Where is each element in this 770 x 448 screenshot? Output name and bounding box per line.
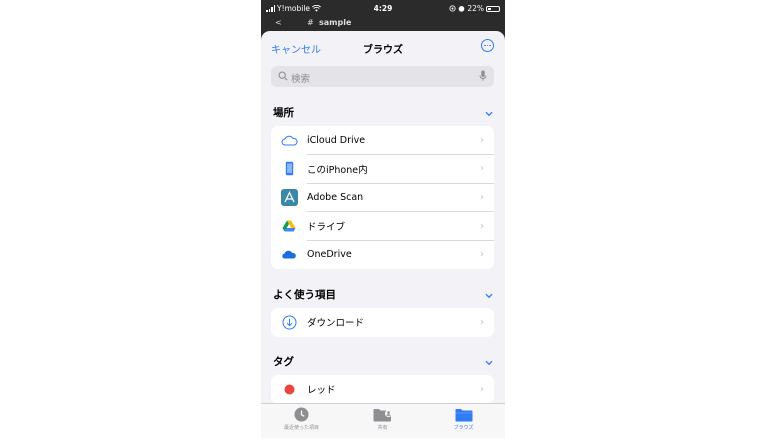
section-header-locations: 場所 bbox=[273, 107, 294, 119]
battery-percent: 22% bbox=[467, 4, 484, 13]
chevron-right-icon: › bbox=[480, 316, 484, 328]
search-input[interactable]: 検索 bbox=[271, 66, 494, 87]
tab-label: 共有 bbox=[377, 425, 388, 431]
background-back-label: < bbox=[275, 18, 282, 27]
google-drive-icon bbox=[280, 217, 298, 235]
locations-list: iCloud Drive › このiPhone内 › Adobe Scan › bbox=[271, 126, 494, 269]
list-item-label: レッド bbox=[307, 385, 336, 397]
list-item-label: ドライブ bbox=[307, 222, 346, 234]
onedrive-icon bbox=[280, 246, 298, 264]
list-item-onedrive[interactable]: OneDrive › bbox=[271, 240, 494, 269]
section-header-tags: タグ bbox=[273, 356, 294, 368]
chevron-down-icon[interactable] bbox=[485, 293, 493, 299]
list-item-downloads[interactable]: ダウンロード › bbox=[271, 308, 494, 337]
list-item-adobe-scan[interactable]: Adobe Scan › bbox=[271, 183, 494, 212]
chevron-down-icon[interactable] bbox=[485, 111, 493, 117]
tags-list: レッド › bbox=[271, 375, 494, 404]
ellipsis-circle-icon[interactable] bbox=[481, 39, 494, 52]
tab-label: ブラウズ bbox=[453, 425, 474, 431]
list-item-label: このiPhone内 bbox=[307, 164, 368, 176]
favorites-list: ダウンロード › bbox=[271, 308, 494, 337]
tab-bar: 最近使った項目 共有 ブラウズ bbox=[261, 403, 505, 438]
folder-icon bbox=[423, 407, 504, 422]
tab-browse[interactable]: ブラウズ bbox=[423, 407, 504, 431]
chevron-right-icon: › bbox=[480, 383, 484, 395]
chevron-right-icon: › bbox=[480, 134, 484, 146]
page-title: ブラウズ bbox=[363, 45, 403, 56]
shared-folder-icon bbox=[342, 407, 423, 422]
iphone-icon bbox=[280, 160, 298, 178]
status-right-group: 22% bbox=[449, 4, 500, 13]
red-tag-dot-icon bbox=[280, 380, 298, 398]
microphone-icon[interactable] bbox=[479, 70, 487, 82]
alarm-icon bbox=[459, 6, 465, 12]
chevron-right-icon: › bbox=[480, 191, 484, 203]
section-header-favorites: よく使う項目 bbox=[273, 289, 336, 301]
background-hash-label: # bbox=[307, 18, 314, 27]
chevron-down-icon[interactable] bbox=[485, 360, 493, 366]
list-item-label: Adobe Scan bbox=[307, 191, 364, 203]
list-item-tag-red[interactable]: レッド › bbox=[271, 375, 494, 404]
tab-recents[interactable]: 最近使った項目 bbox=[261, 407, 342, 431]
chevron-right-icon: › bbox=[480, 163, 484, 175]
search-icon bbox=[278, 71, 288, 81]
search-placeholder: 検索 bbox=[291, 74, 311, 85]
adobe-scan-icon bbox=[280, 188, 298, 206]
chevron-right-icon: › bbox=[480, 249, 484, 261]
list-item-on-my-iphone[interactable]: このiPhone内 › bbox=[271, 155, 494, 184]
battery-icon bbox=[486, 5, 500, 12]
phone-screen: Y!mobile 4:29 22% < # sample キャンセル ブラウズ … bbox=[261, 0, 505, 438]
clock-icon bbox=[261, 407, 342, 422]
browse-sheet: キャンセル ブラウズ 検索 場所 iCloud Drive › このiPhone… bbox=[261, 31, 505, 438]
list-item-icloud-drive[interactable]: iCloud Drive › bbox=[271, 126, 494, 155]
location-icon bbox=[449, 5, 456, 12]
nav-bar: キャンセル ブラウズ bbox=[261, 31, 505, 63]
tab-shared[interactable]: 共有 bbox=[342, 407, 423, 431]
tab-label: 最近使った項目 bbox=[283, 425, 319, 431]
list-item-label: OneDrive bbox=[307, 249, 352, 261]
download-circle-icon bbox=[280, 313, 298, 331]
background-app-header: < # sample bbox=[261, 16, 505, 32]
list-item-label: iCloud Drive bbox=[307, 134, 366, 146]
chevron-right-icon: › bbox=[480, 220, 484, 232]
list-item-google-drive[interactable]: ドライブ › bbox=[271, 212, 494, 241]
icloud-icon bbox=[280, 131, 298, 149]
list-item-label: ダウンロード bbox=[307, 318, 365, 330]
background-title: sample bbox=[319, 18, 352, 27]
